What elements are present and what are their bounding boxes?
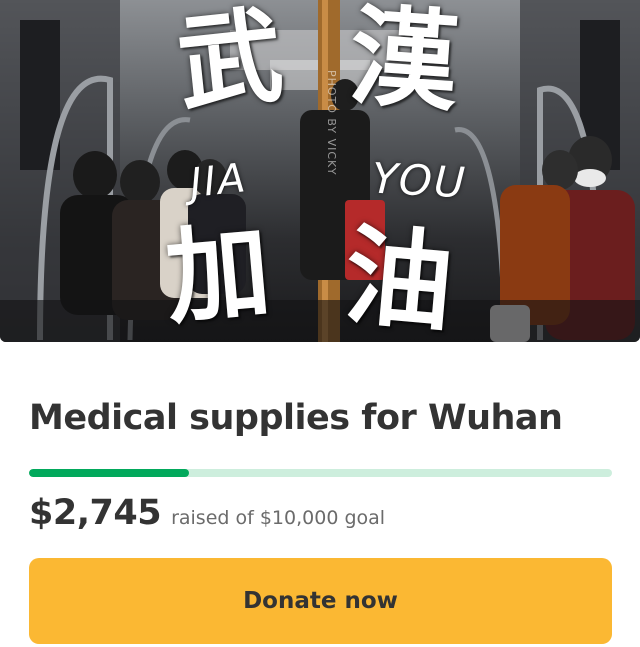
photo-credit: PHOTO BY VICKY xyxy=(325,70,338,176)
campaign-title: Medical supplies for Wuhan xyxy=(29,398,563,438)
overlay-character-han: 漢 xyxy=(345,0,463,127)
raised-amount: $2,745 xyxy=(29,493,162,533)
overlay-character-you: 油 xyxy=(339,212,459,342)
raised-summary: $2,745 raised of $10,000 goal xyxy=(29,493,385,533)
overlay-character-wu: 武 xyxy=(171,0,289,127)
overlay-character-jia: 加 xyxy=(160,207,276,340)
overlay-text-you: YOU xyxy=(370,153,468,208)
raised-goal-text: raised of $10,000 goal xyxy=(171,507,386,529)
overlay-text-jia: JIA xyxy=(187,155,250,207)
donate-now-button[interactable]: Donate now xyxy=(29,558,612,644)
campaign-hero-image: 武 漢 JIA YOU 加 油 PHOTO BY VICKY xyxy=(0,0,640,342)
fundraising-progress-bar xyxy=(29,469,612,477)
fundraising-progress-fill xyxy=(29,469,190,477)
